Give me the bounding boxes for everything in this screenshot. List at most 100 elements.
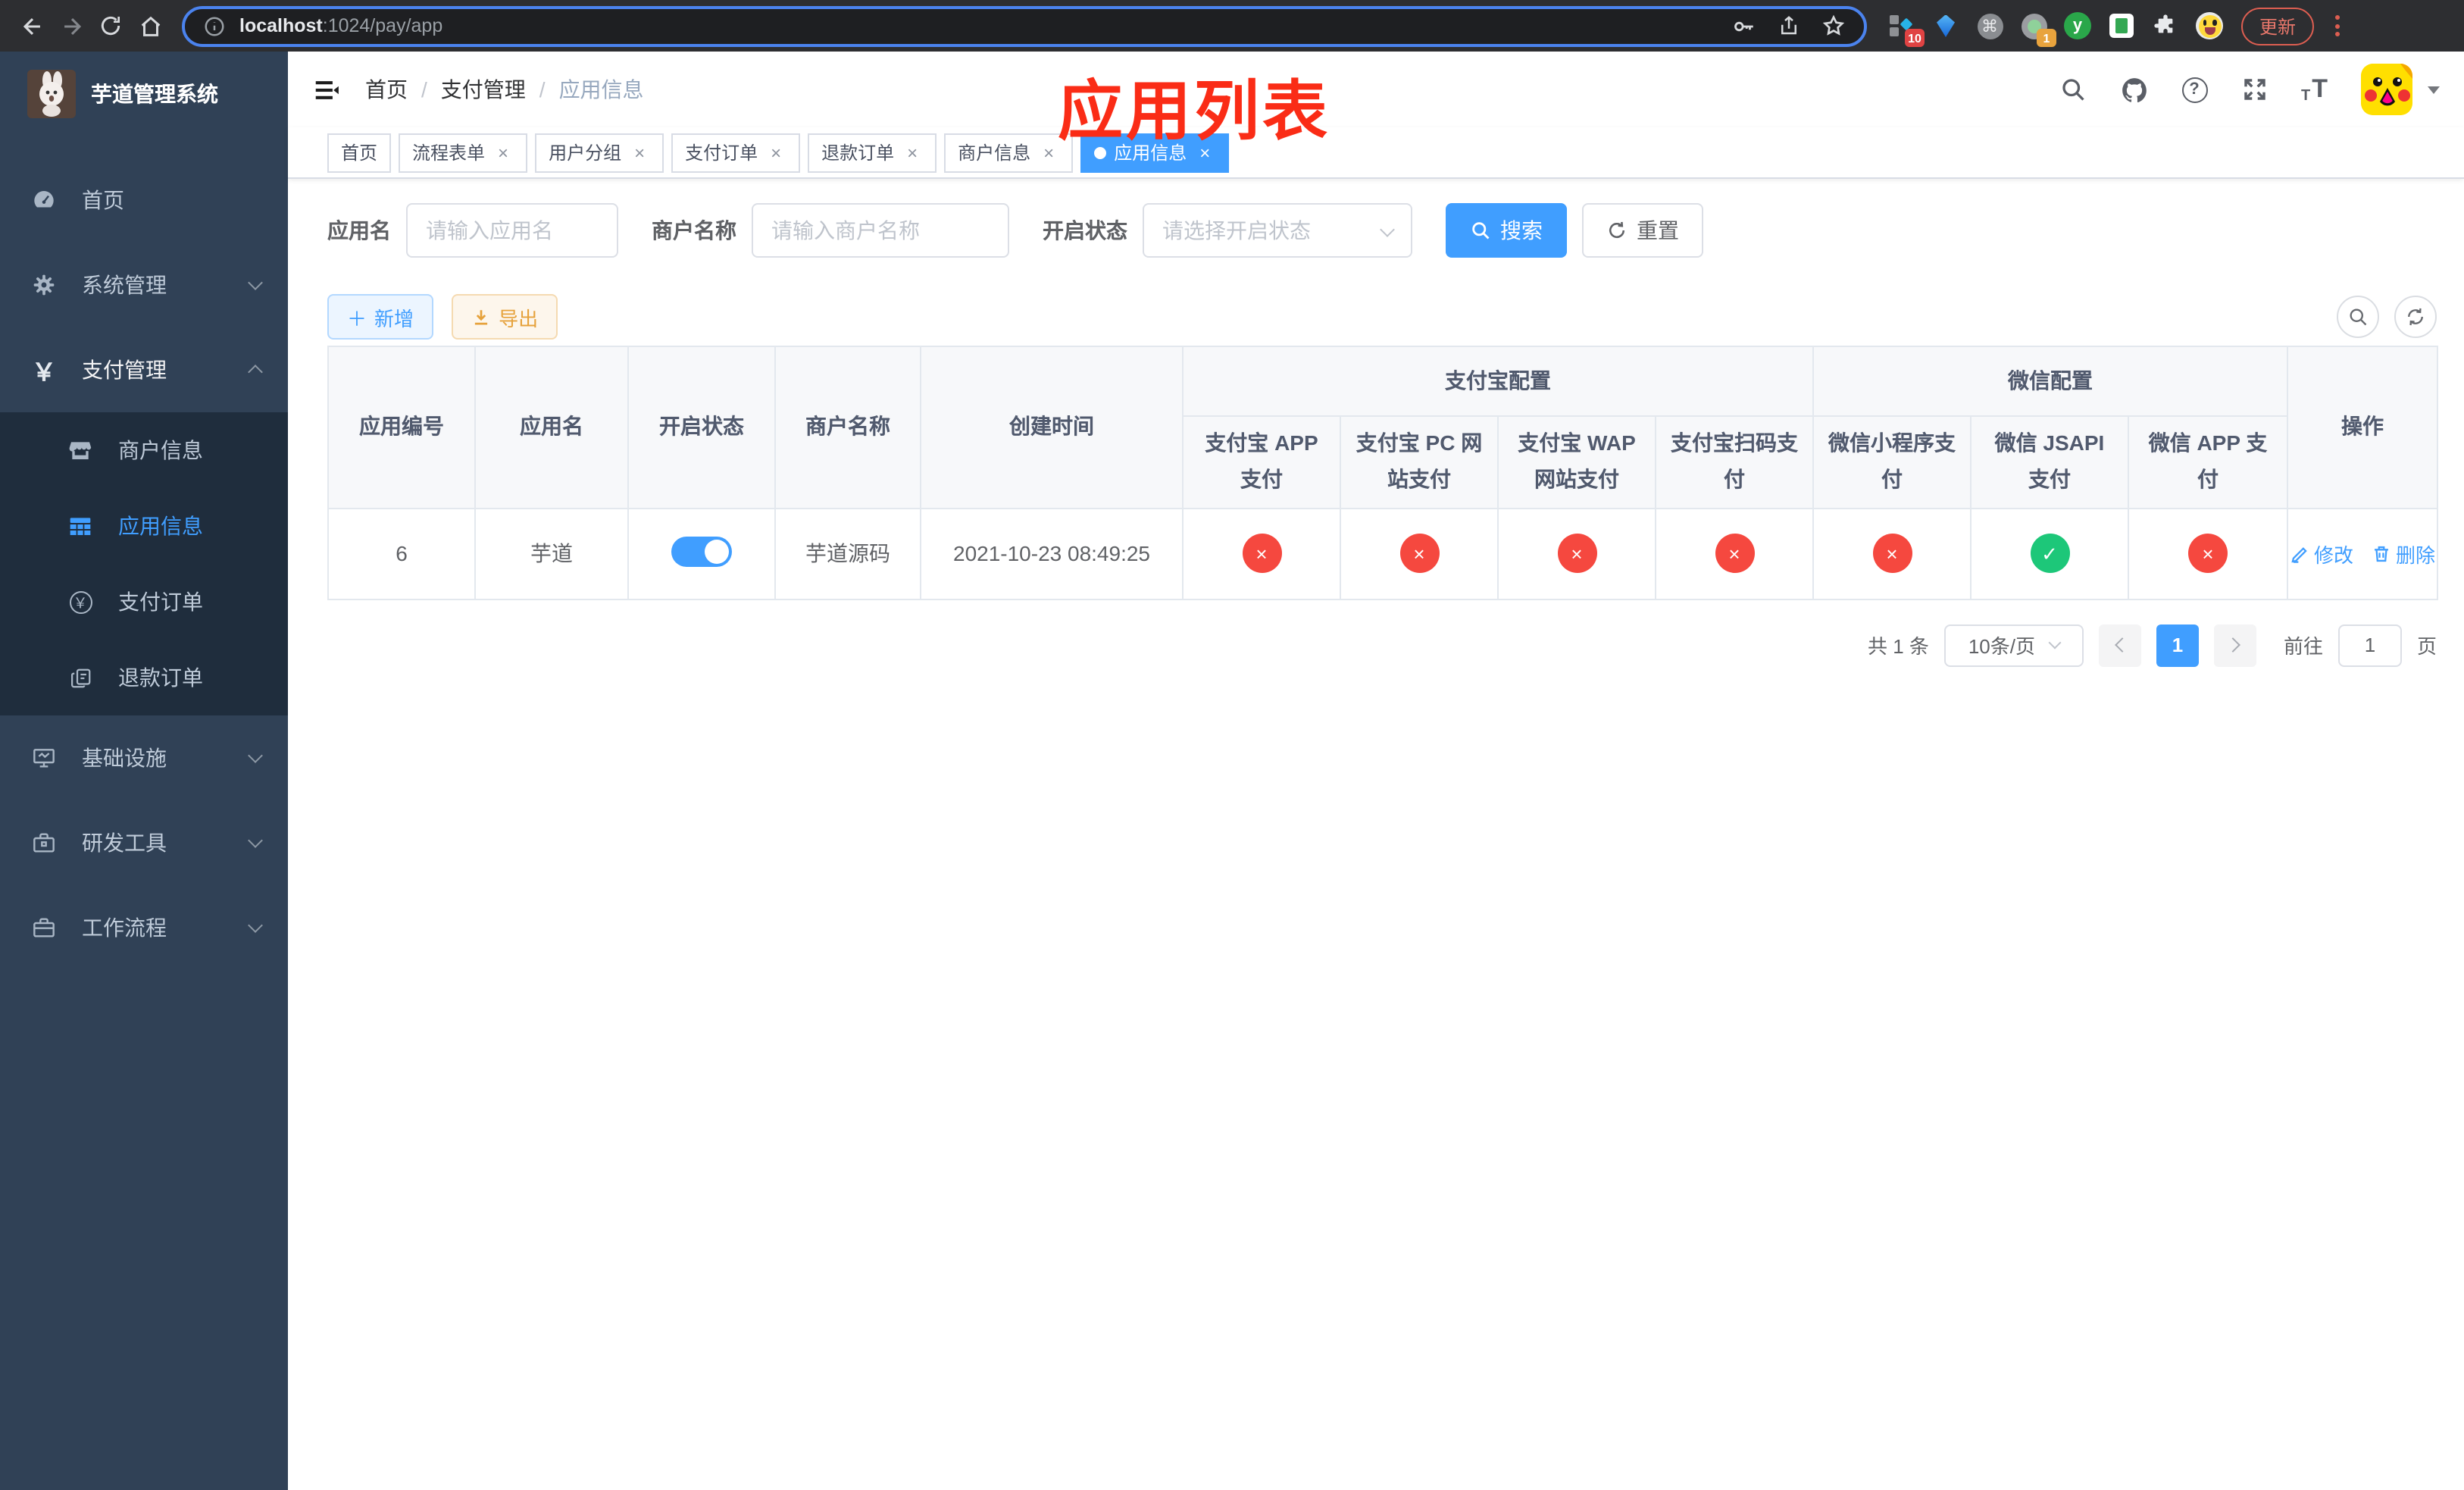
search-button[interactable]: 搜索 [1446,203,1567,258]
refresh-table-button[interactable] [2394,296,2437,338]
sidebar-item-infrastructure[interactable]: 基础设施 [0,715,288,800]
extension-command-icon[interactable]: ⌘ [1976,12,2003,39]
sidebar-item-dev-tools[interactable]: 研发工具 [0,800,288,885]
shop-icon [67,438,94,462]
extensions-puzzle-icon[interactable] [2152,12,2179,39]
sidebar-item-label: 商户信息 [118,438,203,462]
site-info-icon[interactable] [203,14,226,37]
group-alipay-config: 支付宝配置 [1182,346,1814,417]
merchant-name-input[interactable] [752,203,1009,258]
monitor-icon [30,746,58,770]
table-row: 6 芋道 芋道源码 2021-10-23 08:49:25 × × × × × … [327,507,2439,600]
sidebar-item-label: 应用信息 [118,514,203,538]
password-key-icon[interactable] [1731,13,1756,39]
extension-emoji-icon[interactable] [2196,12,2223,39]
browser-forward-icon[interactable] [52,6,91,45]
sidebar: 芋道管理系统 首页 系统管理 ￥ 支付管理 商户信息 应用信息 ￥ 支付订单 退… [0,52,288,1490]
app-name-label: 应用名 [327,218,391,243]
wx-miniapp-status-icon: × [1872,534,1912,574]
browser-menu-icon[interactable] [2326,9,2349,42]
tab-merchant-info[interactable]: 商户信息 × [944,133,1074,172]
font-size-icon[interactable]: TT [2301,74,2328,105]
chevron-down-icon [248,275,263,290]
extension-y-icon[interactable]: y [2064,12,2091,39]
extension-badge: 1 [2037,29,2056,47]
avatar-caret-icon[interactable] [2428,86,2440,93]
url-text: localhost:1024/pay/app [239,15,443,36]
chrome-update-button[interactable]: 更新 [2241,7,2315,45]
github-icon[interactable] [2119,75,2148,104]
next-page-button[interactable] [2213,624,2256,667]
extension-blocks-icon[interactable]: 10 [1888,12,1925,47]
add-button[interactable]: ＋ 新增 [327,294,434,340]
extension-gem-icon[interactable] [1932,12,1959,39]
sidebar-fold-icon[interactable] [312,75,341,104]
goto-suffix: 页 [2416,635,2437,659]
breadcrumb-home[interactable]: 首页 [365,74,408,105]
app-table: 应用编号 应用名 开启状态 商户名称 创建时间 支付宝配置 微信配置 操作 支付… [327,346,2439,600]
sidebar-item-workflow[interactable]: 工作流程 [0,885,288,970]
tab-user-group[interactable]: 用户分组 × [535,133,664,172]
sidebar-item-payment[interactable]: ￥ 支付管理 [0,327,288,412]
delete-link[interactable]: 删除 [2372,539,2435,568]
tab-refund-order[interactable]: 退款订单 × [808,133,937,172]
avatar[interactable] [2361,64,2412,115]
col-alipay-pc: 支付宝 PC 网站支付 [1340,415,1499,509]
address-bar[interactable]: localhost:1024/pay/app [182,5,1867,46]
browser-reload-icon[interactable] [91,6,130,45]
breadcrumb-payment[interactable]: 支付管理 [441,74,526,105]
plus-icon: ＋ [347,307,367,330]
status-select[interactable]: 请选择开启状态 [1143,203,1412,258]
tab-close-icon[interactable]: × [492,142,514,163]
bookmark-star-icon[interactable] [1821,14,1846,38]
app-logo[interactable]: 芋道管理系统 [0,52,288,136]
sidebar-item-system[interactable]: 系统管理 [0,243,288,327]
alipay-qr-status-icon: × [1715,534,1754,574]
sidebar-item-home[interactable]: 首页 [0,158,288,243]
tab-pay-order[interactable]: 支付订单 × [671,133,801,172]
tab-close-icon[interactable]: × [629,142,650,163]
share-icon[interactable] [1778,14,1800,38]
fullscreen-icon[interactable] [2240,76,2268,103]
cell-merchant: 芋道源码 [774,507,921,600]
show-search-button[interactable] [2337,296,2379,338]
goto-page-input[interactable] [2337,624,2402,667]
sidebar-item-refund-order[interactable]: 退款订单 [0,640,288,715]
yen-circle-icon: ￥ [67,590,94,613]
tab-home[interactable]: 首页 [327,133,392,172]
tab-close-icon[interactable]: × [1038,142,1059,163]
header-search-icon[interactable] [2059,76,2086,103]
page-annotation: 应用列表 [1058,76,1330,149]
navbar: 首页 / 支付管理 / 应用信息 ? T T [288,52,2464,127]
edit-link[interactable]: 修改 [2290,539,2353,568]
trash-icon [2375,546,2388,562]
sidebar-item-app-info[interactable]: 应用信息 [0,488,288,564]
tab-close-icon[interactable]: × [902,142,923,163]
tab-process-form[interactable]: 流程表单 × [399,133,528,172]
goto-label: 前往 [2283,635,2323,659]
col-actions: 操作 [2287,346,2439,509]
export-button[interactable]: 导出 [452,294,558,340]
help-icon[interactable]: ? [2181,77,2207,102]
table-toolbar: ＋ 新增 导出 [327,294,2437,340]
extension-doc-icon[interactable] [2108,12,2135,39]
cell-created: 2021-10-23 08:49:25 [920,507,1184,600]
browser-back-icon[interactable] [12,6,52,45]
briefcase-icon [30,916,58,940]
extension-target-icon[interactable]: 1 [2020,12,2056,47]
sidebar-item-pay-order[interactable]: ￥ 支付订单 [0,564,288,640]
page-size-select[interactable]: 10条/页 [1943,624,2084,667]
browser-home-icon[interactable] [130,6,170,45]
tab-close-icon[interactable]: × [765,142,786,163]
search-icon [1472,222,1490,239]
breadcrumb: 首页 / 支付管理 / 应用信息 [365,74,644,105]
alipay-app-status-icon: × [1242,534,1281,574]
sidebar-item-merchant-info[interactable]: 商户信息 [0,412,288,488]
page-number-current[interactable]: 1 [2156,624,2199,667]
enable-toggle[interactable] [671,536,732,567]
reset-button[interactable]: 重置 [1582,203,1703,258]
app-name-input[interactable] [406,203,618,258]
prev-page-button[interactable] [2098,624,2141,667]
download-icon [474,309,488,324]
col-merchant: 商户名称 [774,346,921,509]
